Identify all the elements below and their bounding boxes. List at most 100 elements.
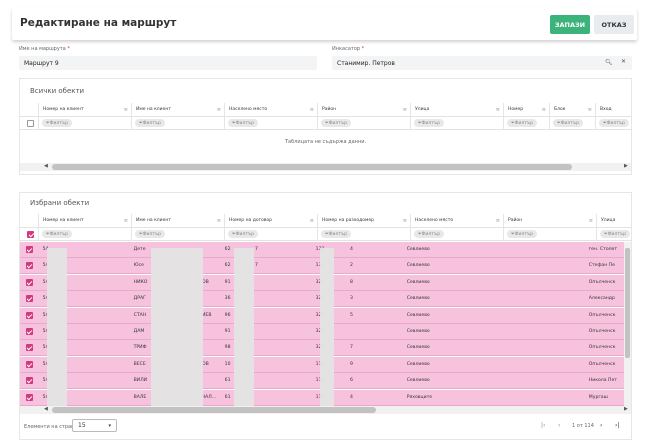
all-objects-panel: Всички обекти Номер на клиент ≡ Име на кл…	[19, 78, 632, 175]
filter-cell: ⏷ Филтър	[504, 117, 550, 129]
column-header[interactable]: Улица	[597, 214, 631, 227]
horizontal-scrollbar[interactable]: ◀ ▶	[20, 406, 631, 414]
cell-name-suffix: ОВ	[202, 361, 209, 367]
row-checkbox[interactable]	[25, 246, 33, 253]
page-header: Редактиране на маршрут ЗАПАЗИ ОТКАЗ	[12, 8, 637, 40]
row-checkbox[interactable]	[25, 278, 33, 286]
filter-cell: ⏷ Филтър	[132, 228, 225, 240]
filter-row: ⏷ Филтър ⏷ Филтър ⏷ Филтър ⏷ Филтър ⏷ Фи…	[20, 117, 631, 130]
column-header[interactable]: Улица ≡	[411, 103, 504, 116]
select-all-checkbox[interactable]	[27, 230, 34, 238]
cell-place: Севлиево	[406, 247, 430, 252]
filter-button[interactable]: ⏷ Филтър	[42, 230, 72, 238]
filter-button[interactable]: ⏷ Филтър	[321, 230, 351, 238]
filter-button[interactable]: ⏷ Филтър	[414, 119, 444, 127]
cell-district	[494, 390, 585, 405]
route-name-input[interactable]: Маршрут 9	[19, 56, 317, 70]
save-button[interactable]: ЗАПАЗИ	[550, 15, 590, 34]
cell-meter-suffix: 4	[350, 247, 353, 252]
cell-meter-suffix: 8	[350, 279, 353, 285]
prev-page-icon[interactable]: ‹	[558, 422, 560, 429]
cancel-button[interactable]: ОТКАЗ	[594, 15, 634, 34]
filter-button[interactable]: ⏷ Филтър	[599, 119, 629, 127]
cell-meter-suffix: 2	[350, 263, 353, 269]
filter-button[interactable]: ⏷ Филтър	[135, 119, 165, 127]
column-header[interactable]: Име на клиент ≡	[132, 214, 225, 227]
collector-input[interactable]: Станимир. Петров	[332, 56, 632, 70]
page-size-select[interactable]: 15 ▾	[72, 419, 117, 432]
cell-district	[494, 324, 585, 339]
column-header[interactable]: Име на клиент ≡	[132, 103, 225, 116]
row-checkbox[interactable]	[25, 311, 33, 319]
cell-place: Севлиево	[406, 263, 430, 269]
cell-street: Опълченск	[588, 361, 616, 367]
scroll-right-icon[interactable]: ▶	[624, 406, 628, 412]
scrollbar-thumb[interactable]	[625, 248, 630, 358]
filter-button[interactable]: ⏷ Филтър	[507, 119, 537, 127]
empty-message: Таблицата не съдържа данни.	[284, 139, 367, 145]
row-checkbox[interactable]	[25, 360, 33, 368]
scrollbar-thumb[interactable]	[52, 164, 572, 170]
row-checkbox[interactable]	[25, 393, 33, 401]
cell-meter-suffix: 7	[350, 345, 353, 351]
row-select-cell	[20, 275, 39, 290]
filter-button[interactable]: ⏷ Филтър	[414, 230, 444, 238]
row-checkbox[interactable]	[25, 344, 33, 352]
column-header[interactable]: Населено място ≡	[411, 214, 504, 227]
cell-name-suffix: ЧАЛ...	[202, 394, 217, 400]
column-header[interactable]: Номер на клиент ≡	[39, 103, 132, 116]
select-all-cell	[20, 117, 39, 129]
last-page-icon[interactable]: ›|	[615, 422, 619, 429]
column-header[interactable]: Блок ≡	[550, 103, 596, 116]
column-header[interactable]: Населено място ≡	[225, 103, 318, 116]
filter-button[interactable]: ⏷ Филтър	[553, 119, 583, 127]
cell-district	[494, 258, 585, 273]
vertical-scrollbar[interactable]	[624, 242, 631, 406]
select-all-cell	[20, 228, 39, 240]
cell-street: Стефан Пе	[588, 263, 615, 269]
row-select-cell	[20, 308, 39, 323]
row-checkbox[interactable]	[25, 377, 33, 385]
cell-meter-suffix: 9	[350, 361, 353, 367]
first-page-icon[interactable]: |‹	[541, 422, 545, 429]
clear-icon[interactable]: ✕	[621, 58, 626, 65]
row-checkbox[interactable]	[25, 295, 33, 303]
scroll-right-icon[interactable]: ▶	[624, 163, 628, 169]
column-header[interactable]: Район ≡	[318, 103, 411, 116]
column-header[interactable]: Район ≡	[504, 214, 597, 227]
filter-button[interactable]: ⏷ Филтър	[135, 230, 165, 238]
horizontal-scrollbar[interactable]: ◀ ▶	[20, 163, 631, 171]
next-page-icon[interactable]: ›	[600, 422, 602, 429]
cell-place: Севлиево	[406, 312, 430, 318]
column-header[interactable]: Номер на клиент ≡	[39, 214, 132, 227]
column-header[interactable]: Номер ≡	[504, 103, 550, 116]
filter-button[interactable]: ⏷ Филтър	[321, 119, 351, 127]
filter-button[interactable]: ⏷ Филтър	[507, 230, 537, 238]
select-all-checkbox[interactable]	[27, 119, 34, 127]
search-icon[interactable]: 🔍︎	[605, 59, 613, 66]
scroll-left-icon[interactable]: ◀	[44, 163, 48, 169]
filter-button[interactable]: ⏷ Филтър	[42, 119, 72, 127]
column-header[interactable]: Номер на договор ≡	[225, 214, 318, 227]
grid-header-row: Номер на клиент ≡ Име на клиент ≡ Номер на…	[20, 214, 631, 228]
all-objects-grid: Номер на клиент ≡ Име на клиент ≡ Населено…	[20, 103, 631, 175]
row-select-cell	[20, 291, 39, 306]
filter-button[interactable]: ⏷ Филтър	[228, 119, 258, 127]
redaction-mask	[151, 248, 203, 412]
filter-button[interactable]: ⏷ Филтър	[228, 230, 258, 238]
cell-place: Севлиево	[406, 296, 430, 302]
column-header[interactable]: Вход	[596, 103, 631, 116]
select-all-cell	[20, 103, 39, 116]
scrollbar-thumb[interactable]	[52, 407, 376, 413]
column-header[interactable]: Номер на разходомер ≡	[318, 214, 411, 227]
cell-street: Опълченск	[588, 312, 616, 318]
scroll-left-icon[interactable]: ◀	[44, 406, 48, 412]
cell-district	[494, 308, 585, 323]
filter-row: ⏷ Филтър ⏷ Филтър ⏷ Филтър ⏷ Филтър ⏷ Фи…	[20, 228, 631, 241]
filter-button[interactable]: ⏷ Филтър	[600, 230, 630, 238]
filter-cell: ⏷ Филтър	[596, 117, 631, 129]
row-checkbox[interactable]	[25, 328, 33, 335]
cell-street: Опълченск	[588, 329, 616, 334]
row-select-cell	[20, 390, 39, 405]
row-checkbox[interactable]	[25, 262, 33, 270]
